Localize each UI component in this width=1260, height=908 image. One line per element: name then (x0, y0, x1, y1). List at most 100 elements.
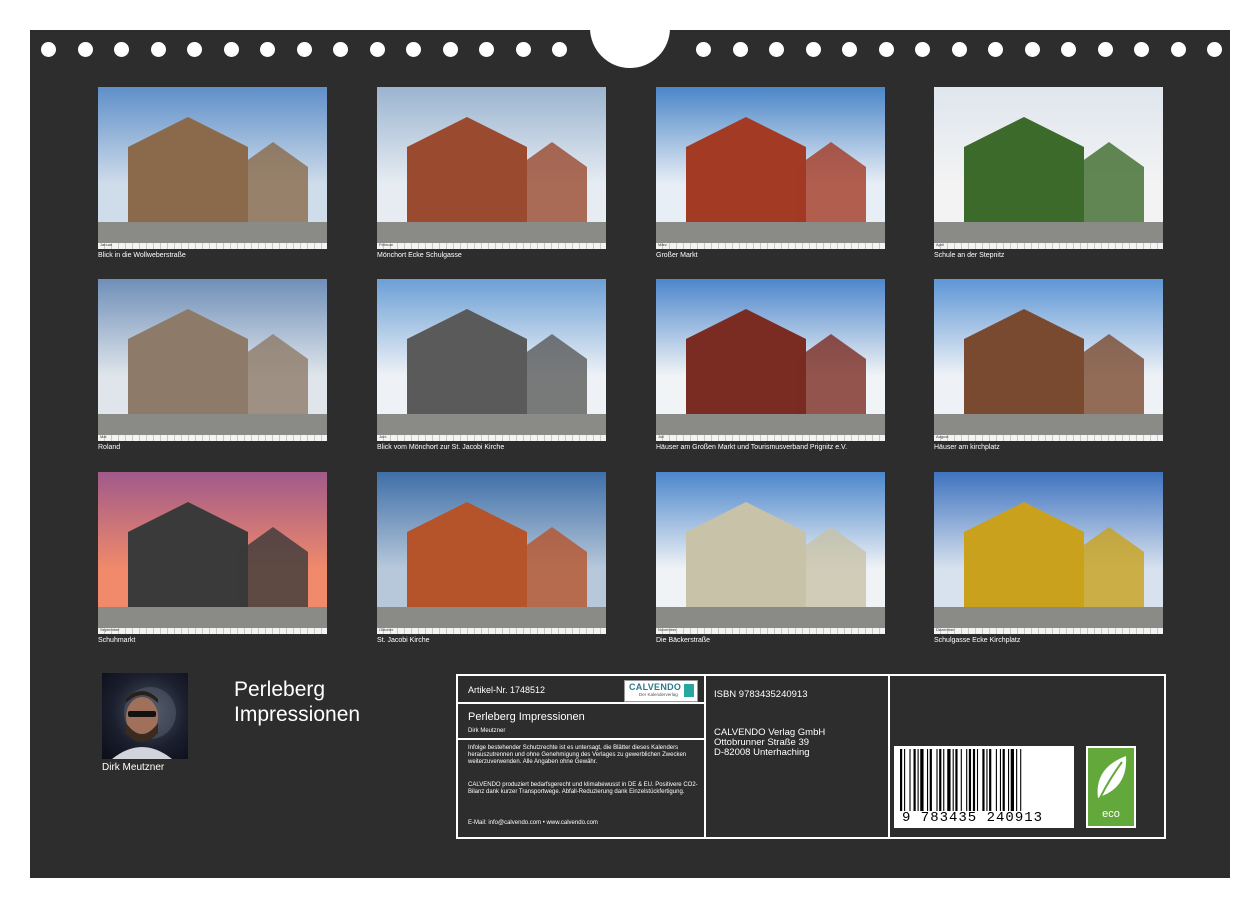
eco-notice: CALVENDO produziert bedarfsgerecht und k… (468, 782, 698, 795)
calvendo-logo: CALVENDO Der Kalenderverlag (624, 680, 698, 702)
barcode: 9 783435 240913 (894, 746, 1074, 828)
photo-tile: November Die Bäckerstraße (656, 472, 885, 645)
month-day-strip: April (934, 242, 1163, 249)
photo-caption: Mönchort Ecke Schulgasse (377, 252, 462, 259)
binding-hole (150, 42, 166, 57)
photo-caption: Schulgasse Ecke Kirchplatz (934, 637, 1021, 644)
binding-hole (260, 42, 275, 57)
month-photo: Juni (377, 279, 606, 441)
photo-caption: Die Bäckerstraße (656, 637, 711, 644)
contact-info: E-Mail: info@calvendo.com • www.calvendo… (468, 820, 598, 826)
month-label: Februar (379, 242, 394, 247)
isbn: ISBN 9783435240913 (714, 689, 808, 700)
binding-hole (842, 42, 857, 57)
binding-hole (1134, 42, 1149, 57)
photo-tile: Januar Blick in die Wollweberstraße (98, 87, 327, 260)
binding-hole (296, 42, 312, 57)
binding-hole (187, 42, 202, 57)
month-photo: März (656, 87, 885, 249)
publisher-details: ISBN 9783435240913 CALVENDO Verlag GmbH … (706, 676, 890, 837)
article-number-text: Artikel-Nr. 1748512 (468, 685, 546, 695)
article-number: Artikel-Nr. 1748512 CALVENDO Der Kalende… (458, 676, 704, 704)
binding-hole (1097, 42, 1113, 57)
binding-hole (223, 42, 239, 57)
calvendo-logo-subtext: Der Kalenderverlag (639, 692, 678, 697)
month-photo: Dezember (934, 472, 1163, 634)
photo-tile: Juli Häuser am Großen Markt und Tourismus… (656, 279, 885, 452)
month-photo: Oktober (377, 472, 606, 634)
binding-hole (805, 42, 821, 57)
publisher-address: CALVENDO Verlag GmbH Ottobrunner Straße … (714, 728, 825, 758)
photo-tile: August Häuser am kirchplatz (934, 279, 1163, 452)
photo-tile: März Großer Markt (656, 87, 885, 260)
month-label: Dezember (936, 627, 955, 632)
photo-tile: Juni Blick vom Mönchort zur St. Jacobi Ki… (377, 279, 606, 452)
month-day-strip: Januar (98, 242, 327, 249)
month-photo: September (98, 472, 327, 634)
photo-caption: Häuser am Großen Markt und Tourismusverb… (656, 444, 848, 451)
author-portrait (102, 673, 188, 759)
product-author: Dirk Meutzner (468, 728, 506, 734)
month-photo: April (934, 87, 1163, 249)
author-name: Dirk Meutzner (102, 762, 165, 773)
binding-hole (696, 42, 711, 57)
binding-hole (479, 42, 494, 57)
month-photo: November (656, 472, 885, 634)
photo-tile: April Schule an der Stepnitz (934, 87, 1163, 260)
photo-tile: Dezember Schulgasse Ecke Kirchplatz (934, 472, 1163, 645)
calendar-title: Perleberg Impressionen (234, 678, 361, 726)
hanger-notch (590, 28, 670, 68)
month-label: August (936, 434, 949, 439)
product-details: Artikel-Nr. 1748512 CALVENDO Der Kalende… (458, 676, 706, 837)
photo-caption: St. Jacobi Kirche (377, 637, 430, 644)
photo-tile: Oktober St. Jacobi Kirche (377, 472, 606, 645)
photo-caption: Blick in die Wollweberstraße (98, 252, 186, 259)
month-photo: Februar (377, 87, 606, 249)
month-label: Juni (379, 434, 387, 439)
month-photo: Januar (98, 87, 327, 249)
photo-tile: Februar Mönchort Ecke Schulgasse (377, 87, 606, 260)
photo-caption: Roland (98, 444, 121, 451)
month-label: Mai (100, 434, 107, 439)
publisher-city: D-82008 Unterhaching (714, 747, 810, 758)
barcode-bars (900, 749, 1022, 811)
month-photo: Mai (98, 279, 327, 441)
binding-hole (951, 42, 967, 57)
month-day-strip: Juli (656, 434, 885, 441)
month-day-strip: September (98, 627, 327, 634)
binding-hole (369, 42, 385, 57)
binding-hole (1024, 42, 1040, 57)
month-day-strip: August (934, 434, 1163, 441)
binding-hole (114, 42, 129, 57)
month-day-strip: Oktober (377, 627, 606, 634)
month-label: März (658, 242, 667, 247)
binding-hole (552, 42, 567, 57)
month-label: November (658, 627, 677, 632)
month-label: September (100, 627, 120, 632)
photo-tile: September Schuhmarkt (98, 472, 327, 645)
photo-caption: Schuhmarkt (98, 637, 136, 644)
binding-hole (988, 42, 1003, 57)
month-day-strip: Februar (377, 242, 606, 249)
legal-notice: Infolge bestehender Schutzrechte ist es … (468, 745, 687, 765)
month-day-strip: November (656, 627, 885, 634)
calendar-back-cover: Januar Blick in die Wollweberstraße Februa… (30, 28, 1230, 878)
photo-tile: Mai Roland (98, 279, 327, 452)
photo-caption: Schule an der Stepnitz (934, 252, 1005, 259)
eco-badge: eco (1086, 746, 1136, 828)
divider (458, 738, 704, 740)
binding-hole (1207, 42, 1222, 57)
binding-hole (41, 42, 56, 57)
binding-hole (77, 42, 93, 57)
barcode-section: 9 783435 240913 eco (890, 676, 1164, 837)
month-day-strip: Dezember (934, 627, 1163, 634)
binding-hole (1061, 42, 1076, 57)
eco-label: eco (1102, 808, 1120, 820)
binding-hole (442, 42, 458, 57)
photo-caption: Blick vom Mönchort zur St. Jacobi Kirche (377, 444, 505, 451)
binding-hole (732, 42, 748, 57)
binding-hole (515, 42, 531, 57)
calvendo-logo-text: CALVENDO (629, 682, 682, 692)
month-day-strip: Mai (98, 434, 327, 441)
binding-hole (769, 42, 784, 57)
